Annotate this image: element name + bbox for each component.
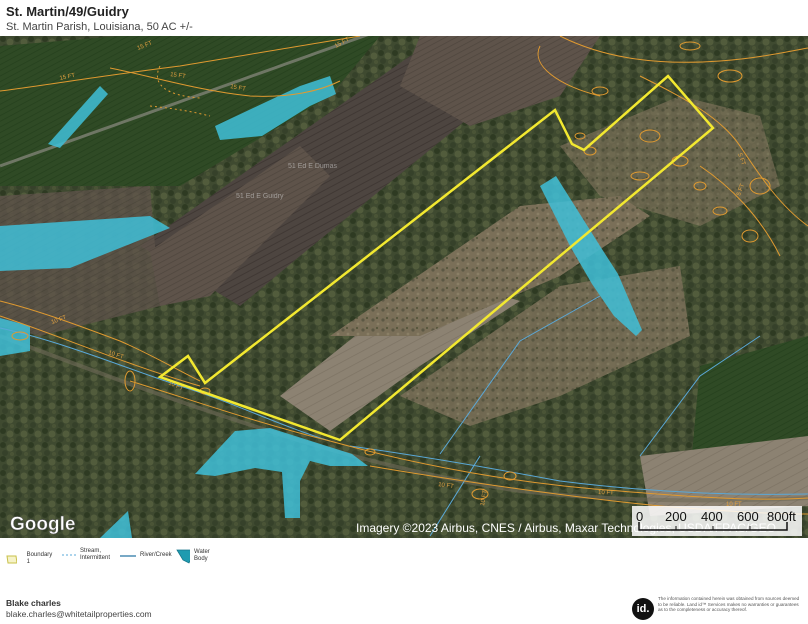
footer-branding: id. The information contained herein was… — [632, 596, 804, 624]
page-subtitle: St. Martin Parish, Louisiana, 50 AC +/- — [6, 21, 193, 33]
land-id-logo: id. — [632, 598, 654, 620]
boundary-swatch-icon — [6, 555, 17, 563]
field-label: 51 Ed E Dumas — [288, 163, 338, 170]
field-label: 51 Ed E Guidry — [236, 193, 284, 200]
agent-email[interactable]: blake.charles@whitetailproperties.com — [6, 609, 152, 620]
disclaimer: The information contained herein was obt… — [658, 596, 800, 613]
scale-label: 600 — [737, 509, 759, 524]
contour-label: 10 FT — [598, 490, 614, 497]
scale-label: 0 — [636, 509, 643, 524]
stream-intermittent-icon — [62, 554, 76, 556]
google-logo: Google — [10, 514, 75, 535]
legend-item-water-body: Water Body — [176, 548, 216, 564]
scale-label: 800ft — [767, 509, 796, 524]
page-title: St. Martin/49/Guidry — [6, 4, 129, 19]
header: St. Martin/49/Guidry St. Martin Parish, … — [6, 4, 802, 34]
legend-item-boundary: Boundary 1 — [6, 552, 54, 566]
legend-label: River/Creek — [140, 552, 172, 558]
agent-name: Blake charles — [6, 598, 61, 608]
legend-label: Water Body — [194, 549, 210, 562]
legend-label: Boundary 1 — [26, 552, 53, 565]
legend-label: Stream, Intermittent — [80, 548, 111, 561]
agent-info: Blake charles blake.charles@whitetailpro… — [6, 598, 152, 620]
legend-item-river-creek: River/Creek — [120, 552, 172, 559]
map-viewport[interactable]: 15 FT 15 FT 15 FT 15 FT 10 FT 10 FT 10 F… — [0, 36, 808, 538]
scale-label: 400 — [701, 509, 723, 524]
river-creek-icon — [120, 554, 136, 557]
scale-bar: 0 200 400 600 800ft — [632, 506, 802, 536]
scale-label: 200 — [665, 509, 687, 524]
legend-item-stream-intermittent: Stream, Intermittent — [62, 548, 114, 562]
water-body-icon — [176, 549, 190, 564]
